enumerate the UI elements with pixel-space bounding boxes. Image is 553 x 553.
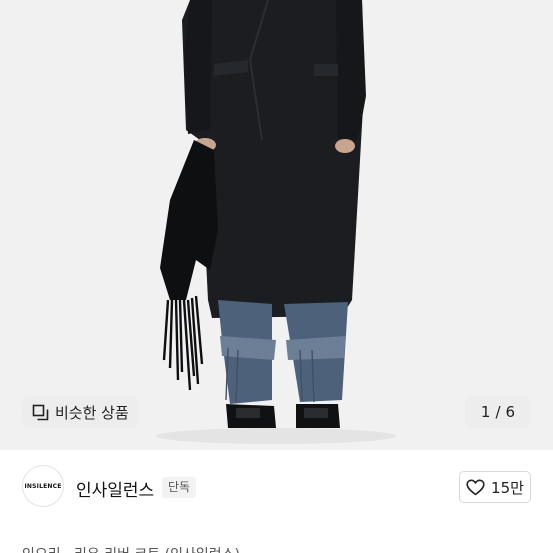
product-image-gallery[interactable]: 비슷한 상품 1 / 6 [0,0,553,450]
pager-separator: / [495,403,501,421]
exclusive-badge: 단독 [162,477,197,498]
like-button[interactable]: 15만 [459,471,531,503]
brand-row: INSILENCE 인사일런스 단독 15만 [0,450,553,525]
similar-items-icon [32,404,49,420]
heart-icon [466,479,485,495]
pager-current: 1 [480,403,491,421]
similar-items-button[interactable]: 비슷한 상품 [22,396,139,428]
brand-name[interactable]: 인사일런스 [76,476,154,501]
image-pager: 1 / 6 [465,396,531,428]
brand-logo[interactable]: INSILENCE [22,465,64,507]
pager-total: 6 [505,403,516,421]
like-count: 15만 [491,478,524,497]
brand-logo-text: INSILENCE [24,482,62,490]
product-title: 인오리 · 리유 리버 코트 (인사일런스) [22,544,240,553]
product-photo [0,0,553,450]
similar-items-label: 비슷한 상품 [55,403,129,422]
